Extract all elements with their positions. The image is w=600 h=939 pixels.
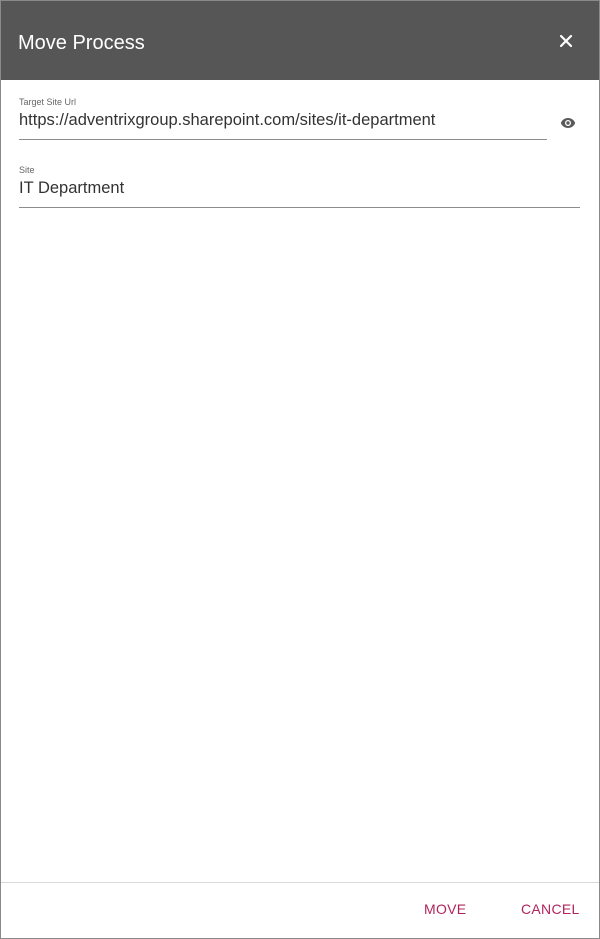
target-site-url-field: Target Site Url <box>19 97 547 140</box>
eye-icon <box>560 118 576 128</box>
dialog-footer: MOVE CANCEL <box>1 882 599 938</box>
site-underline <box>19 207 580 208</box>
dialog-header: Move Process <box>1 1 599 80</box>
close-icon <box>559 34 573 48</box>
close-button[interactable] <box>552 27 580 55</box>
move-button[interactable]: MOVE <box>424 900 466 918</box>
show-url-button[interactable] <box>558 115 578 131</box>
target-site-url-label: Target Site Url <box>19 97 77 107</box>
target-site-url-input[interactable] <box>19 109 547 131</box>
site-input[interactable] <box>19 177 580 199</box>
site-label: Site <box>19 165 35 175</box>
dialog-title: Move Process <box>18 32 145 54</box>
move-process-dialog: Move Process Target Site Url Site MOVE C… <box>0 0 600 939</box>
site-field: Site <box>19 165 580 208</box>
target-site-url-underline <box>19 139 547 140</box>
cancel-button[interactable]: CANCEL <box>521 900 580 918</box>
